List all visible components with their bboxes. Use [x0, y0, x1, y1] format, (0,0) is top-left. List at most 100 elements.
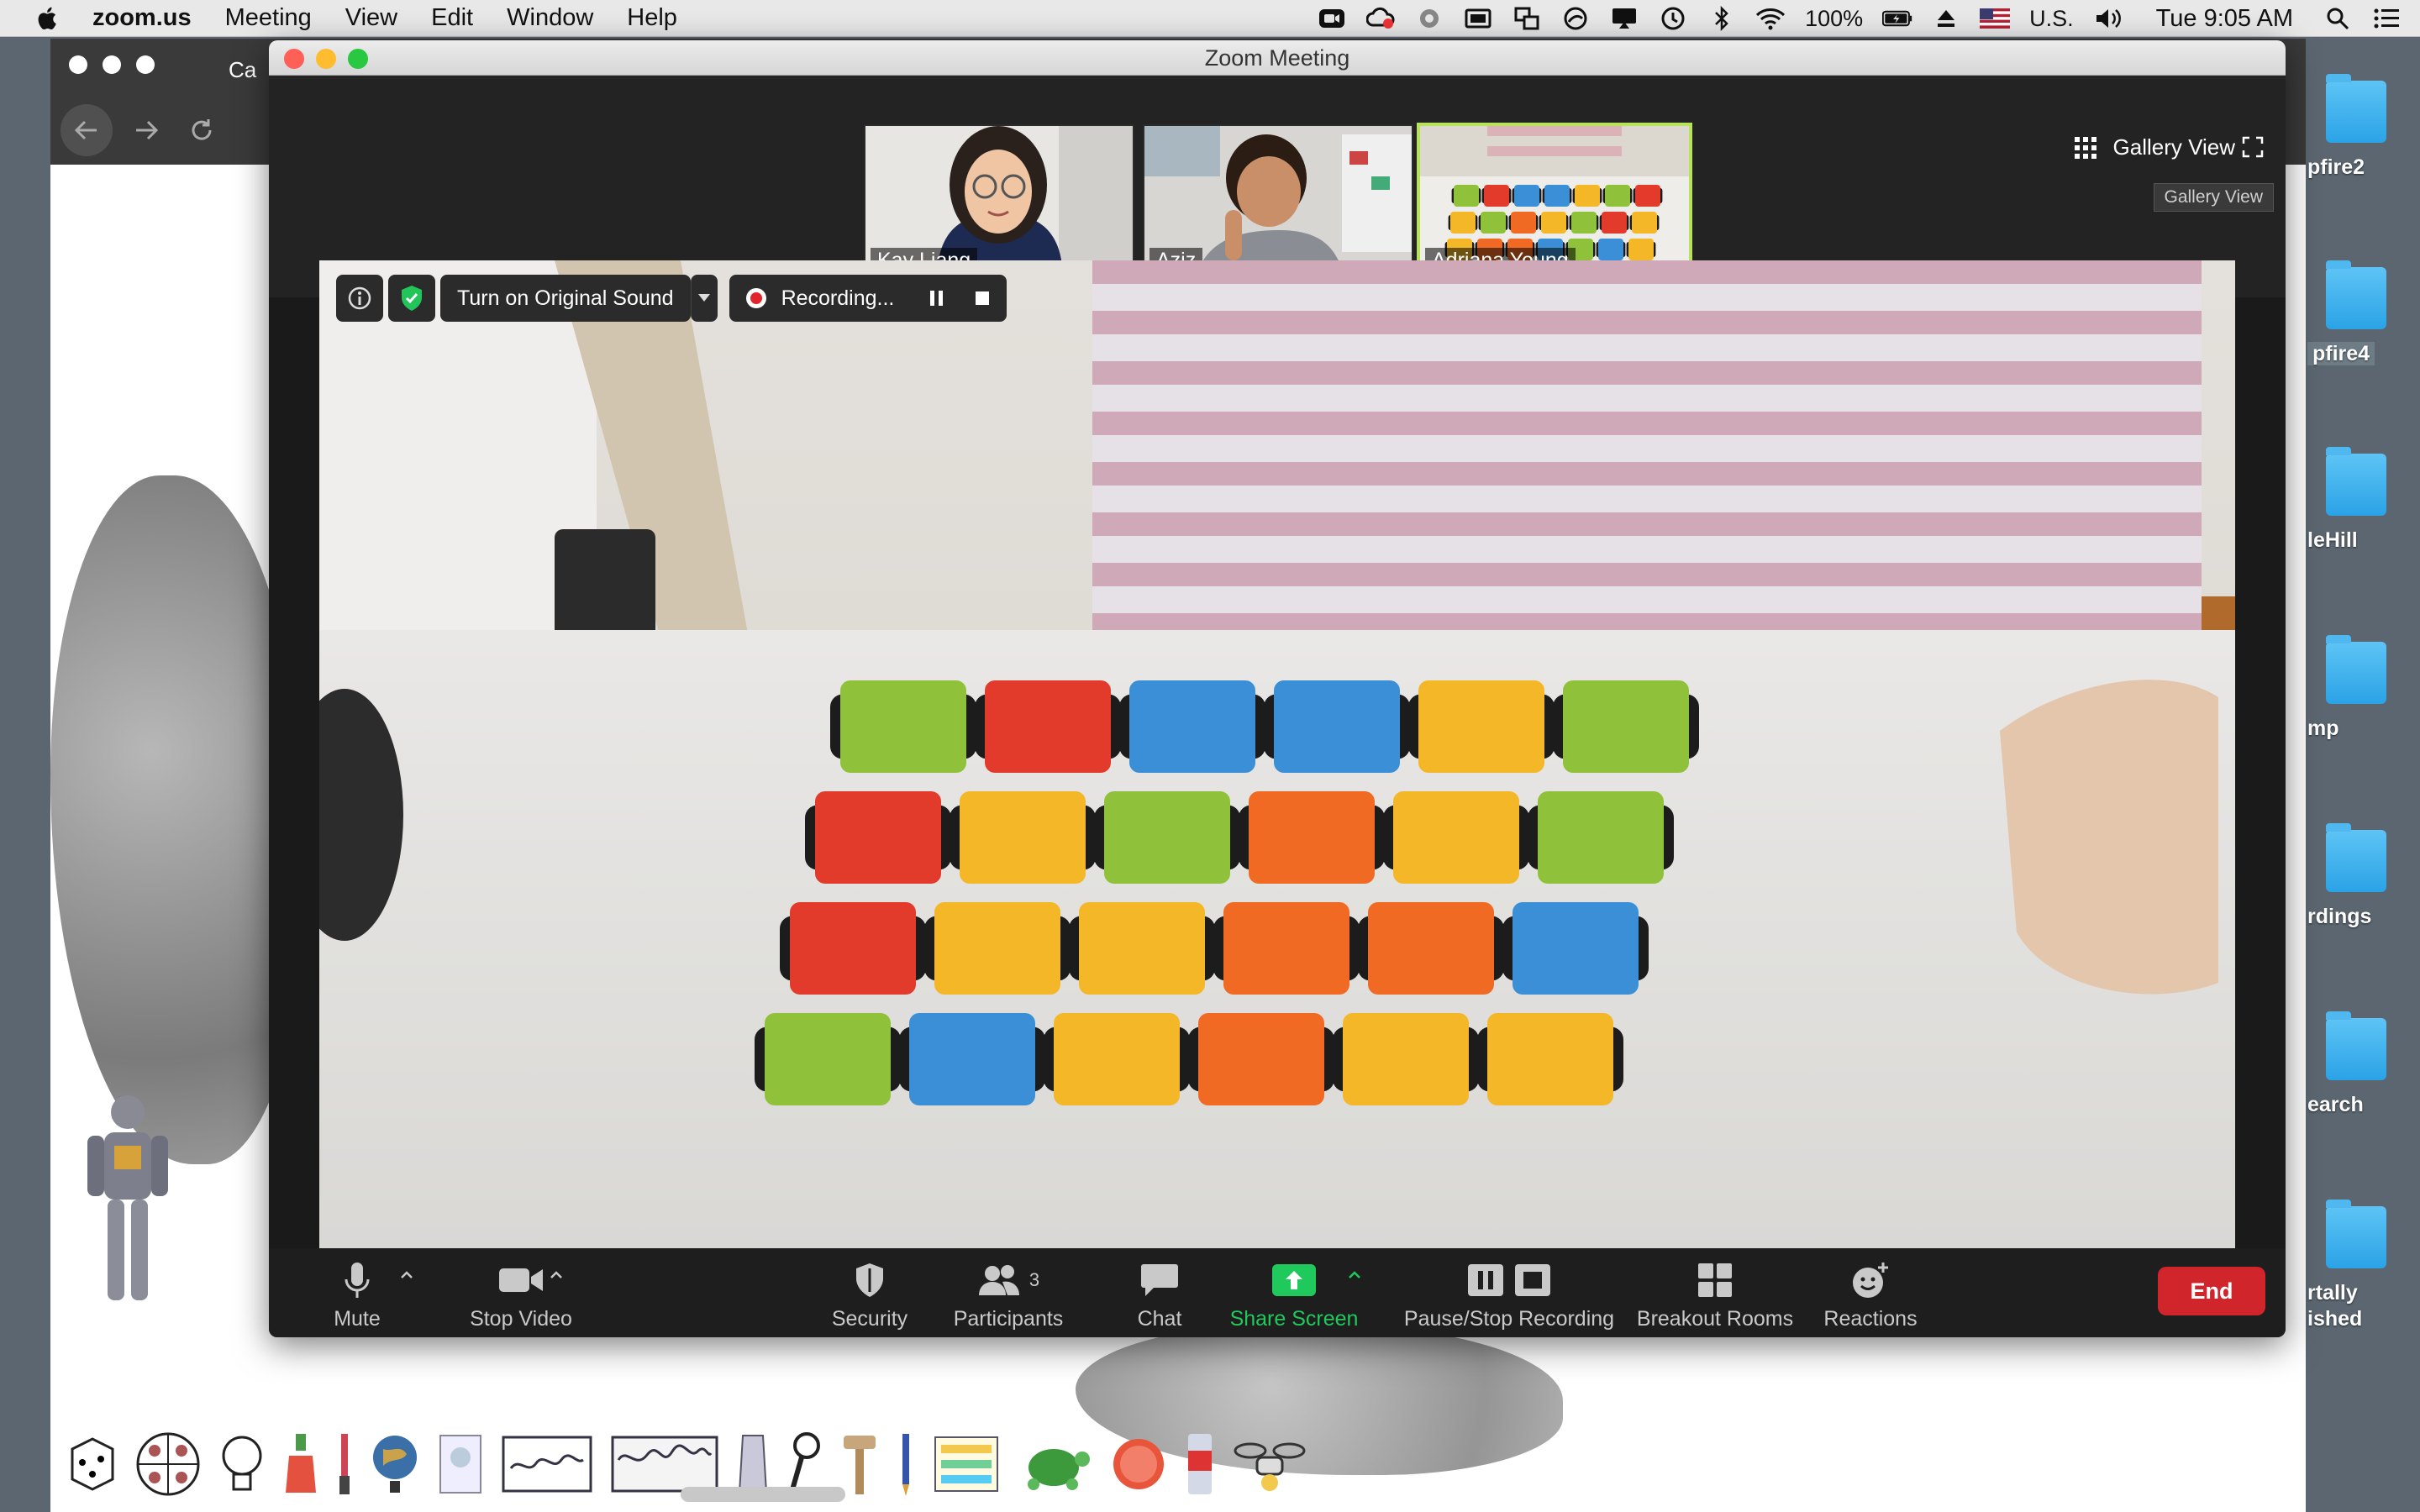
volume-icon[interactable]: [2093, 6, 2123, 31]
toy-car-block: [1511, 212, 1536, 234]
meeting-info-button[interactable]: [336, 275, 383, 322]
toy-car-block: [1481, 212, 1506, 234]
desktop-folder[interactable]: leHill: [2307, 447, 2420, 554]
video-options-caret-icon[interactable]: [546, 1265, 566, 1285]
reactions-button[interactable]: Reactions: [1812, 1260, 1929, 1331]
display-icon[interactable]: [1463, 6, 1493, 31]
globe-icon[interactable]: [370, 1431, 420, 1498]
toy-car-block: [1450, 212, 1476, 234]
knight-figure-image[interactable]: [77, 1089, 178, 1315]
participants-button[interactable]: 3 Participants: [941, 1260, 1076, 1331]
desktop-folder-selected[interactable]: pfire4: [2307, 260, 2420, 367]
pen-icon[interactable]: [896, 1431, 916, 1498]
breakout-rooms-button[interactable]: Breakout Rooms: [1610, 1260, 1820, 1331]
participant-video-tile[interactable]: Aziz: [1143, 124, 1413, 279]
notification-center-icon[interactable]: [2371, 6, 2402, 31]
menu-help[interactable]: Help: [627, 4, 677, 32]
drawing-card-icon[interactable]: [501, 1435, 593, 1494]
caret-down-icon: [698, 294, 711, 302]
toy-car-block: [1343, 1013, 1469, 1105]
participant-video-tile[interactable]: Kay Liang: [864, 124, 1134, 279]
airplay-icon[interactable]: [1609, 6, 1639, 31]
zoom-camera-status-icon[interactable]: [1317, 6, 1347, 31]
bluetooth-icon[interactable]: [1707, 6, 1737, 31]
input-source-label[interactable]: U.S.: [2029, 6, 2074, 32]
main-video-feed[interactable]: [319, 260, 2235, 1252]
desktop-folder-label: rdings: [2307, 905, 2372, 928]
turtle-icon[interactable]: [1017, 1432, 1092, 1496]
window-close-button[interactable]: [69, 55, 87, 74]
desktop-folder[interactable]: pfire2: [2307, 74, 2420, 181]
fullscreen-icon[interactable]: [2242, 136, 2264, 158]
us-flag-icon[interactable]: [1980, 6, 2011, 31]
security-button[interactable]: Security: [815, 1260, 924, 1331]
toy-car-block: [1602, 212, 1627, 234]
toy-car-block: [1512, 902, 1639, 995]
notes-card-icon[interactable]: [933, 1435, 1000, 1494]
toy-car-block: [1104, 791, 1230, 884]
spinner-wheel-icon[interactable]: [134, 1431, 202, 1498]
original-sound-button[interactable]: Turn on Original Sound: [440, 275, 691, 322]
toy-car-block: [1393, 791, 1519, 884]
stop-recording-icon[interactable]: [973, 289, 992, 307]
chat-button[interactable]: Chat: [1109, 1260, 1210, 1331]
menu-window[interactable]: Window: [507, 4, 593, 32]
desktop-folder[interactable]: rdings: [2307, 823, 2420, 930]
drone-icon[interactable]: [1232, 1432, 1307, 1496]
toy-car-block: [960, 791, 1086, 884]
menu-meeting[interactable]: Meeting: [225, 4, 312, 32]
zoom-window-title: Zoom Meeting: [1204, 45, 1350, 71]
eject-icon[interactable]: [1931, 6, 1961, 31]
back-button[interactable]: [60, 104, 113, 156]
browser-status-icon[interactable]: [1560, 6, 1591, 31]
toy-car-block: [1418, 680, 1544, 773]
dice-icon[interactable]: [67, 1434, 118, 1494]
time-machine-icon[interactable]: [1658, 6, 1688, 31]
desktop-folder[interactable]: earch: [2307, 1011, 2420, 1118]
potion-bottle-icon[interactable]: [282, 1431, 319, 1498]
video-overlay-toolbar: Turn on Original Sound Recording...: [336, 274, 1012, 323]
horizontal-scrollbar-thumb[interactable]: [681, 1487, 845, 1502]
pause-recording-icon[interactable]: [928, 289, 946, 307]
browser-tab[interactable]: Ca: [229, 57, 256, 83]
paint-brush-icon[interactable]: [336, 1431, 353, 1498]
shield-check-icon: [402, 286, 422, 311]
menu-edit[interactable]: Edit: [431, 4, 473, 32]
forward-button[interactable]: [124, 108, 168, 152]
desktop-folder-label: pfire4: [2307, 342, 2375, 365]
hammer-icon[interactable]: [840, 1431, 879, 1498]
wifi-icon[interactable]: [1755, 6, 1786, 31]
zoom-titlebar[interactable]: Zoom Meeting: [269, 40, 2286, 76]
spotlight-search-icon[interactable]: [2323, 6, 2353, 31]
reload-button[interactable]: [180, 108, 224, 152]
desktop-folder-label: rtally: [2307, 1281, 2358, 1305]
window-zoom-button[interactable]: [136, 55, 155, 74]
creative-cloud-icon[interactable]: [1365, 6, 1396, 31]
screens-icon[interactable]: [1512, 6, 1542, 31]
menu-app-name[interactable]: zoom.us: [92, 4, 192, 32]
desktop-folder[interactable]: rtally ished: [2307, 1200, 2420, 1332]
desktop-folder[interactable]: mp: [2307, 635, 2420, 742]
window-minimize-button[interactable]: [103, 55, 121, 74]
scribble-card-icon[interactable]: [610, 1435, 719, 1494]
encryption-shield-button[interactable]: [388, 275, 435, 322]
participant-video-tile-active[interactable]: Adriana Young: [1417, 123, 1692, 281]
orange-fruit-icon[interactable]: [1109, 1435, 1168, 1494]
passport-icon[interactable]: [437, 1432, 484, 1496]
apple-icon[interactable]: [34, 4, 62, 33]
mute-button[interactable]: Mute: [311, 1260, 403, 1331]
drink-can-icon[interactable]: [1185, 1431, 1215, 1498]
share-options-caret-icon[interactable]: [1344, 1265, 1365, 1285]
grid-icon: [2074, 136, 2096, 159]
audio-options-caret-icon[interactable]: [397, 1265, 417, 1285]
gallery-view-button[interactable]: Gallery View: [2074, 134, 2235, 160]
menu-view[interactable]: View: [345, 4, 397, 32]
sync-icon[interactable]: [1414, 6, 1444, 31]
pause-stop-recording-button[interactable]: Pause/Stop Recording: [1383, 1260, 1635, 1331]
end-meeting-button[interactable]: End: [2158, 1267, 2265, 1315]
original-sound-dropdown[interactable]: [690, 275, 718, 322]
menubar-clock[interactable]: Tue 9:05 AM: [2156, 5, 2293, 33]
lightbulb-icon[interactable]: [218, 1432, 266, 1496]
stop-video-button[interactable]: Stop Video: [437, 1260, 605, 1331]
battery-charging-icon[interactable]: [1882, 6, 1912, 31]
